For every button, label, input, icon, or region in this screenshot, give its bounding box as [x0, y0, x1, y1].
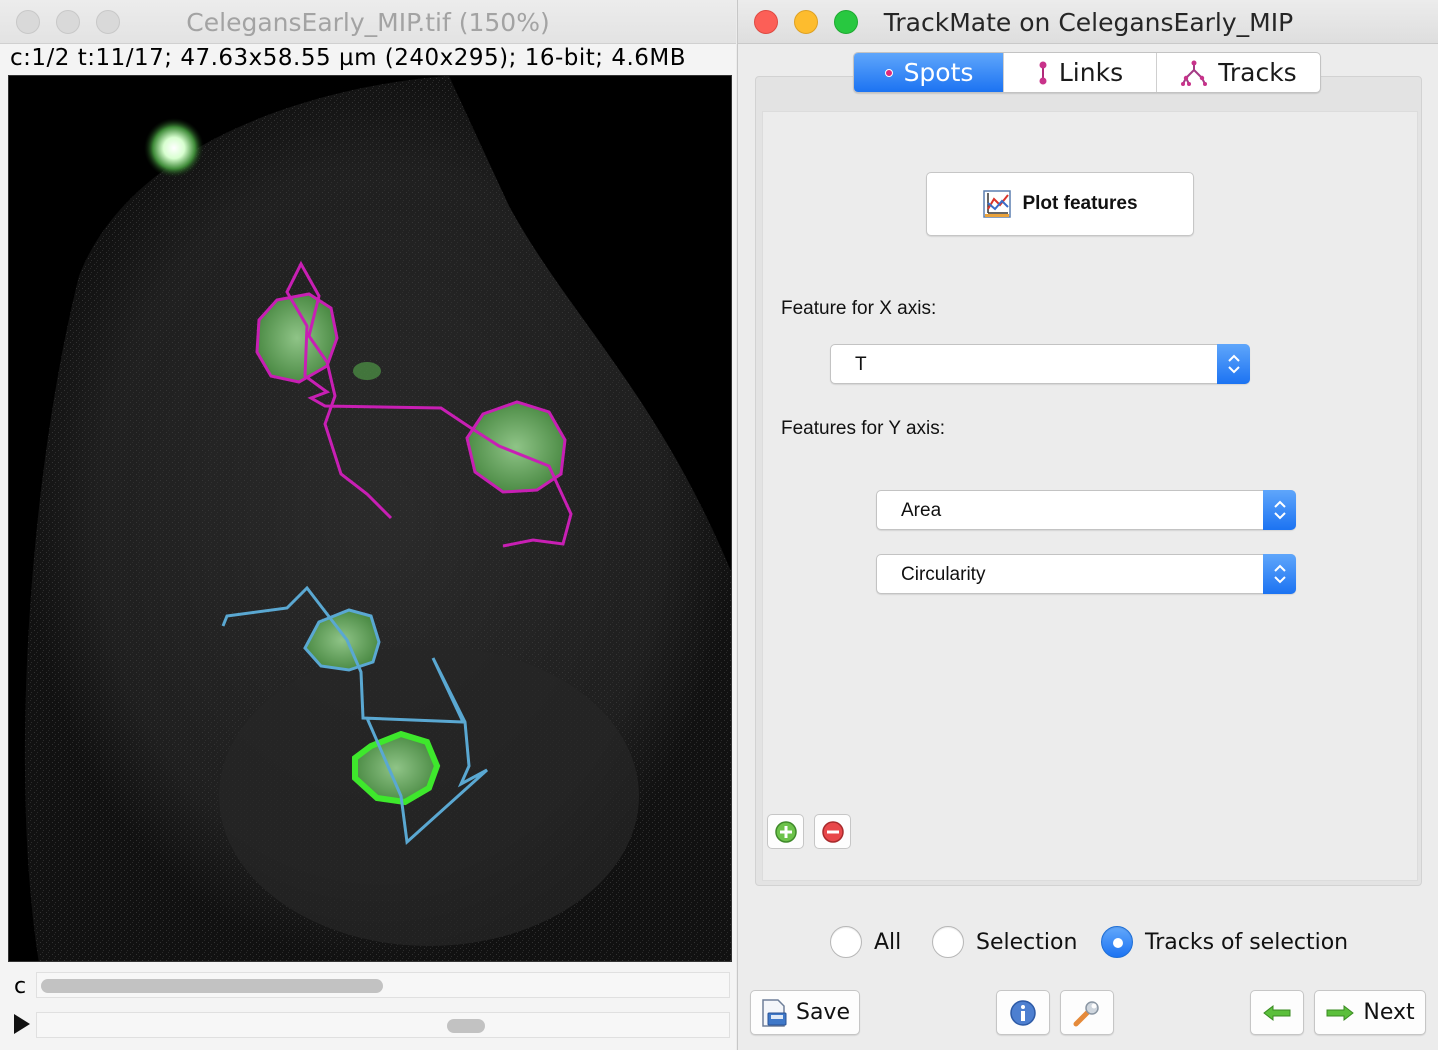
wrench-icon: [1073, 1000, 1099, 1026]
tracks-icon: [1181, 60, 1208, 86]
minus-icon: [821, 820, 844, 843]
radio-all-label: All: [874, 929, 902, 955]
x-feature-value: T: [855, 354, 867, 375]
channel-slider-label: c: [14, 974, 27, 999]
next-button[interactable]: Next: [1314, 990, 1426, 1035]
image-window-titlebar[interactable]: CelegansEarly_MIP.tif (150%): [0, 0, 736, 44]
plot-icon: [983, 190, 1012, 218]
tab-spots-label: Spots: [903, 58, 974, 87]
trackmate-title: TrackMate on CelegansEarly_MIP: [883, 8, 1294, 37]
image-window: CelegansEarly_MIP.tif (150%) c:1/2 t:11/…: [0, 0, 736, 1050]
tab-links[interactable]: Links: [1004, 53, 1157, 92]
previous-button[interactable]: [1250, 990, 1304, 1035]
save-icon: [762, 998, 787, 1027]
plus-icon: [774, 820, 797, 843]
radio-all[interactable]: All: [830, 924, 901, 960]
spot-outline[interactable]: [465, 400, 567, 494]
tab-spots[interactable]: Spots: [854, 53, 1004, 92]
tab-bar: Spots Links Tracks: [853, 52, 1321, 93]
select-arrows-icon: [1263, 490, 1296, 530]
image-canvas[interactable]: [8, 75, 732, 962]
trackmate-window: TrackMate on CelegansEarly_MIP Spots Lin…: [737, 0, 1438, 1050]
y-axis-label: Features for Y axis:: [781, 418, 946, 439]
trackmate-titlebar[interactable]: TrackMate on CelegansEarly_MIP: [738, 0, 1438, 44]
next-label: Next: [1363, 1000, 1415, 1025]
radio-all-button[interactable]: [830, 926, 862, 958]
radio-selection-button[interactable]: [932, 926, 964, 958]
time-slider[interactable]: [36, 1012, 730, 1038]
select-arrows-icon: [1217, 344, 1250, 384]
time-slider-thumb[interactable]: [447, 1019, 485, 1033]
remove-feature-button[interactable]: [814, 814, 851, 849]
plot-features-label: Plot features: [1022, 193, 1138, 214]
settings-button[interactable]: [1060, 990, 1114, 1035]
channel-slider-thumb[interactable]: [41, 979, 383, 993]
link-icon: [1039, 61, 1047, 84]
x-feature-select[interactable]: T: [830, 344, 1250, 384]
y-feature-value-2: Circularity: [901, 564, 986, 585]
y-feature-value-1: Area: [901, 500, 942, 521]
x-axis-label: Feature for X axis:: [781, 298, 937, 319]
radio-tracks-of-selection[interactable]: Tracks of selection: [1101, 924, 1348, 960]
save-label: Save: [795, 1000, 850, 1025]
select-arrows-icon: [1263, 554, 1296, 594]
arrow-left-icon: [1263, 1004, 1291, 1021]
save-button[interactable]: Save: [750, 990, 860, 1035]
radio-selection[interactable]: Selection: [932, 924, 1077, 960]
y-feature-select-2[interactable]: Circularity: [876, 554, 1296, 594]
y-feature-select-1[interactable]: Area: [876, 490, 1296, 530]
info-icon: [1010, 999, 1036, 1026]
bright-spot: [144, 118, 204, 178]
add-feature-button[interactable]: [767, 814, 804, 849]
tab-tracks[interactable]: Tracks: [1157, 53, 1320, 92]
channel-slider[interactable]: [36, 972, 730, 998]
spot-icon: [884, 68, 893, 77]
microscopy-image: [9, 76, 731, 961]
play-icon[interactable]: [14, 1014, 30, 1034]
tab-links-label: Links: [1058, 58, 1124, 87]
radio-tracks-of-selection-button[interactable]: [1101, 926, 1133, 958]
info-button[interactable]: [996, 990, 1050, 1035]
tab-tracks-label: Tracks: [1218, 58, 1297, 87]
arrow-right-icon: [1326, 1004, 1355, 1021]
image-info-bar: c:1/2 t:11/17; 47.63x58.55 µm (240x295);…: [10, 45, 687, 71]
radio-tracks-of-selection-label: Tracks of selection: [1145, 929, 1349, 955]
image-window-title: CelegansEarly_MIP.tif (150%): [186, 8, 550, 37]
plot-features-button[interactable]: Plot features: [926, 172, 1194, 236]
radio-selection-label: Selection: [976, 929, 1078, 955]
